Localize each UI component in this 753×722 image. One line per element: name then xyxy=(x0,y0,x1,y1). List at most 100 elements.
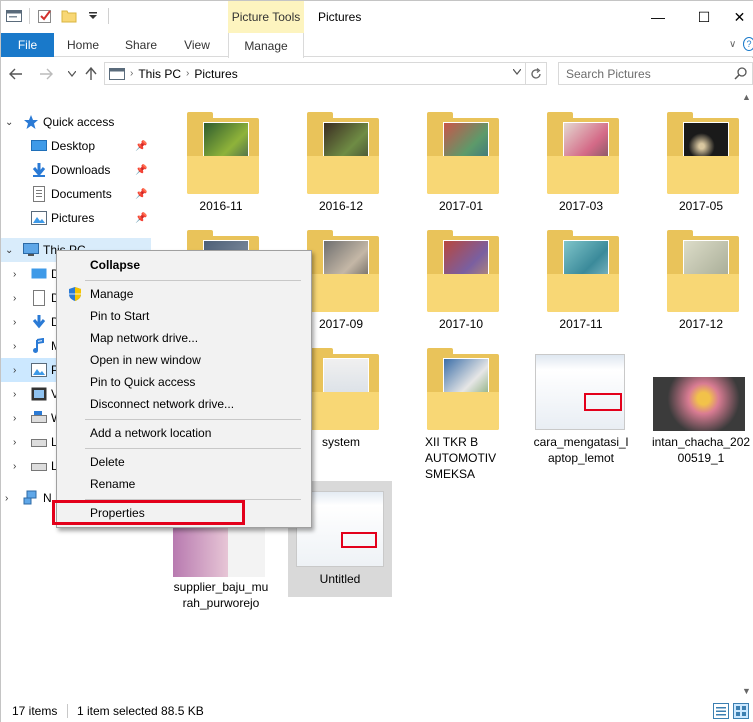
scroll-down-icon[interactable]: ▼ xyxy=(742,686,751,696)
help-icon[interactable]: ? xyxy=(743,37,753,51)
up-button[interactable] xyxy=(82,64,100,84)
menu-item-label: Manage xyxy=(90,287,134,301)
ribbon-expand-icon[interactable]: ∨ xyxy=(729,39,736,50)
address-dropdown-icon[interactable] xyxy=(512,67,522,77)
maximize-button[interactable]: ☐ xyxy=(681,1,727,33)
window-title: Pictures xyxy=(318,10,362,24)
breadcrumb-pictures[interactable]: Pictures xyxy=(194,67,237,81)
window-icon[interactable] xyxy=(5,7,23,25)
minimize-button[interactable]: — xyxy=(635,1,681,33)
image-thumbnail xyxy=(653,377,745,431)
folder-item[interactable]: 2017-05 xyxy=(645,108,753,218)
tab-share[interactable]: Share xyxy=(118,33,164,57)
folder-item[interactable]: 2016-11 xyxy=(165,108,277,218)
nav-pictures[interactable]: Pictures 📌 xyxy=(1,206,151,230)
status-divider xyxy=(67,704,68,718)
pictures-icon xyxy=(31,210,47,226)
address-bar[interactable]: › This PC › Pictures xyxy=(104,62,526,85)
item-count: 17 items xyxy=(12,704,58,718)
image-thumbnail xyxy=(535,354,625,430)
expand-chevron-icon[interactable]: › xyxy=(13,461,23,472)
item-label-line: supplier_baju_mu xyxy=(173,580,269,594)
search-icon xyxy=(734,66,748,83)
menu-item-pin-quick-access[interactable]: Pin to Quick access xyxy=(57,371,311,393)
folder-item[interactable]: 2017-12 xyxy=(645,226,753,336)
close-button[interactable]: ✕ xyxy=(725,1,753,33)
forward-button[interactable] xyxy=(37,64,55,84)
nav-downloads[interactable]: Downloads 📌 xyxy=(1,158,151,182)
scroll-up-icon[interactable]: ▲ xyxy=(742,92,751,102)
selection-info: 1 item selected 88.5 KB xyxy=(77,704,204,718)
menu-item-pin-to-start[interactable]: Pin to Start xyxy=(57,305,311,327)
properties-check-icon[interactable] xyxy=(36,7,54,25)
folder-item[interactable]: XII TKR B AUTOMOTIV SMEKSA xyxy=(405,344,517,481)
forward-arrow-icon xyxy=(40,68,53,80)
item-label-line: rah_purworejo xyxy=(182,596,260,610)
menu-item-open-new-window[interactable]: Open in new window xyxy=(57,349,311,371)
new-folder-icon[interactable] xyxy=(60,7,78,25)
quick-access-toolbar xyxy=(5,7,109,25)
menu-item-add-network-location[interactable]: Add a network location xyxy=(57,422,311,444)
address-row: › This PC › Pictures Search Pictures xyxy=(1,58,753,90)
nav-documents[interactable]: Documents 📌 xyxy=(1,182,151,206)
drive-icon xyxy=(31,434,47,450)
large-icons-view-icon[interactable] xyxy=(733,703,749,719)
menu-separator xyxy=(85,448,301,449)
download-arrow-icon xyxy=(31,314,47,330)
item-label-line: aptop_lemot xyxy=(547,451,615,465)
drive-icon xyxy=(31,458,47,474)
expand-chevron-icon[interactable]: › xyxy=(13,341,23,352)
network-icon xyxy=(23,490,39,506)
tab-view[interactable]: View xyxy=(175,33,219,57)
recent-locations-button[interactable] xyxy=(63,64,81,84)
expand-chevron-icon[interactable]: › xyxy=(13,413,23,424)
properties-highlight-box xyxy=(52,500,245,525)
expand-chevron-icon[interactable]: › xyxy=(5,493,15,504)
close-icon: ✕ xyxy=(733,8,746,25)
expand-chevron-icon[interactable]: › xyxy=(13,317,23,328)
nav-desktop[interactable]: Desktop 📌 xyxy=(1,134,151,158)
expand-chevron-icon[interactable]: › xyxy=(13,293,23,304)
image-thumbnail xyxy=(173,523,265,577)
tab-home[interactable]: Home xyxy=(59,33,107,57)
tab-file[interactable]: File xyxy=(1,33,54,57)
document-icon xyxy=(31,186,47,202)
expand-chevron-icon[interactable]: › xyxy=(13,437,23,448)
search-input[interactable]: Search Pictures xyxy=(558,62,753,85)
nav-pictures-label: Pictures xyxy=(51,211,95,225)
tab-manage[interactable]: Manage xyxy=(228,33,304,58)
menu-item-disconnect-network-drive[interactable]: Disconnect network drive... xyxy=(57,393,311,415)
expand-chevron-icon[interactable]: › xyxy=(13,269,23,280)
item-label-line: cara_mengatasi_l xyxy=(533,435,629,449)
refresh-button[interactable] xyxy=(525,62,547,85)
menu-item-manage[interactable]: Manage xyxy=(57,283,311,305)
customize-toolbar-icon[interactable] xyxy=(84,7,102,25)
back-button[interactable] xyxy=(7,64,25,84)
image-item[interactable]: intan_chacha_202 00519_1 xyxy=(645,344,753,465)
item-label: 2017-11 xyxy=(559,317,603,331)
menu-item-rename[interactable]: Rename xyxy=(57,473,311,495)
folder-item[interactable]: 2017-03 xyxy=(525,108,637,218)
folder-item[interactable]: 2017-11 xyxy=(525,226,637,336)
computer-icon xyxy=(23,242,39,258)
folder-item[interactable]: 2016-12 xyxy=(285,108,397,218)
expand-chevron-icon[interactable]: › xyxy=(13,389,23,400)
nav-quick-access[interactable]: ⌄ Quick access xyxy=(1,110,151,134)
folder-item[interactable]: 2017-10 xyxy=(405,226,517,336)
item-label: 2017-12 xyxy=(678,317,724,331)
explorer-window: Picture Tools Pictures — ☐ ✕ File Home S… xyxy=(0,0,753,722)
menu-item-map-network-drive[interactable]: Map network drive... xyxy=(57,327,311,349)
nav-downloads-label: Downloads xyxy=(51,163,111,177)
details-view-icon[interactable] xyxy=(713,703,729,719)
pin-icon: 📌 xyxy=(135,140,148,152)
nav-quick-access-label: Quick access xyxy=(43,115,115,129)
menu-item-delete[interactable]: Delete xyxy=(57,451,311,473)
folder-item[interactable]: 2017-01 xyxy=(405,108,517,218)
expand-chevron-icon[interactable]: › xyxy=(13,365,23,376)
expand-chevron-icon[interactable]: ⌄ xyxy=(5,117,15,128)
expand-chevron-icon[interactable]: ⌄ xyxy=(5,245,15,256)
image-item[interactable]: cara_mengatasi_l aptop_lemot xyxy=(525,344,637,465)
menu-item-collapse[interactable]: Collapse xyxy=(57,254,311,276)
star-icon xyxy=(23,114,39,130)
breadcrumb-this-pc[interactable]: This PC xyxy=(138,67,181,81)
